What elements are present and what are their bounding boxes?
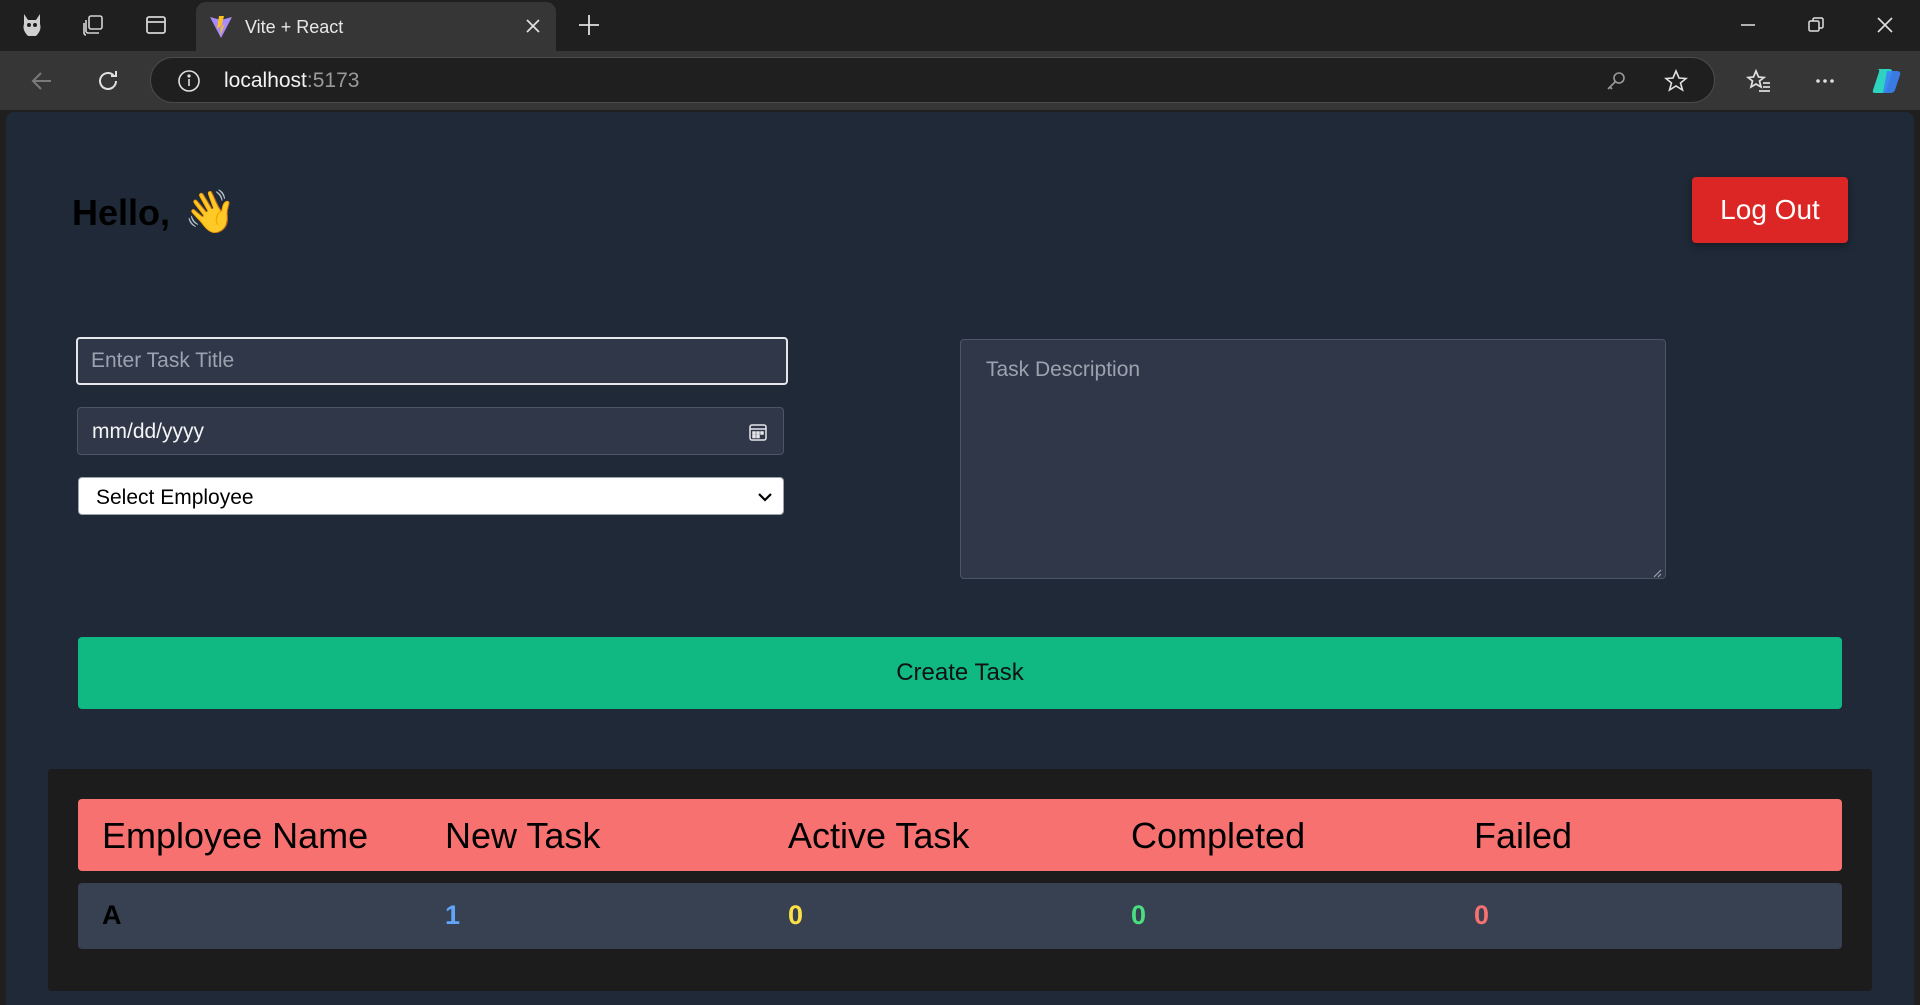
workspaces-icon[interactable]	[78, 10, 108, 40]
calendar-icon[interactable]	[747, 421, 769, 443]
cell-completed: 0	[1131, 900, 1147, 930]
back-icon[interactable]	[26, 65, 58, 97]
task-date-input[interactable]: mm/dd/yyyy	[77, 407, 784, 455]
cell-employee-name: A	[102, 900, 122, 930]
task-title-input[interactable]	[76, 337, 788, 385]
header-active-task: Active Task	[788, 815, 970, 856]
close-window-icon[interactable]	[1867, 8, 1903, 42]
new-tab-icon[interactable]	[574, 10, 604, 40]
site-info-icon[interactable]	[176, 68, 202, 94]
more-options-icon[interactable]	[1808, 64, 1842, 98]
header-employee-name: Employee Name	[102, 815, 369, 856]
close-tab-icon[interactable]	[520, 13, 546, 39]
url-text: localhost:5173	[224, 69, 360, 92]
password-key-icon[interactable]	[1603, 68, 1629, 94]
description-placeholder: Task Description	[986, 358, 1141, 381]
employee-task-table: Employee Name New Task Active Task Compl…	[48, 769, 1872, 991]
greeting-text: Hello,	[72, 191, 171, 233]
minimize-icon[interactable]	[1730, 8, 1766, 42]
header-failed: Failed	[1474, 815, 1573, 856]
cell-active-task: 0	[788, 900, 804, 930]
cell-new-task: 1	[445, 900, 461, 930]
table-header-row: Employee Name New Task Active Task Compl…	[78, 799, 1842, 871]
address-bar[interactable]: localhost:5173	[150, 57, 1715, 103]
employee-select-value: Select Employee	[96, 486, 254, 509]
greeting: Hello, 👋	[72, 188, 236, 237]
app-page: Hello, 👋 Log Out mm/dd/yyyy Select Emplo…	[6, 112, 1914, 1005]
tab-title: Vite + React	[245, 17, 344, 37]
copilot-icon[interactable]	[1868, 62, 1906, 100]
cell-failed: 0	[1474, 900, 1490, 930]
create-task-button[interactable]: Create Task	[78, 637, 1842, 709]
browser-tab[interactable]: Vite + React	[196, 2, 556, 51]
header-completed: Completed	[1131, 815, 1306, 856]
refresh-icon[interactable]	[92, 65, 124, 97]
browser-tab-bar: Vite + React	[0, 0, 1920, 51]
profile-avatar-icon[interactable]	[14, 8, 50, 44]
waving-hand-emoji: 👋	[184, 188, 237, 235]
date-placeholder: mm/dd/yyyy	[92, 420, 205, 443]
header-new-task: New Task	[445, 815, 601, 856]
resize-handle-icon[interactable]	[1652, 565, 1662, 578]
chevron-down-icon	[755, 487, 775, 507]
logout-button[interactable]: Log Out	[1692, 177, 1848, 243]
task-description-textarea[interactable]: Task Description	[960, 339, 1666, 579]
favorites-icon[interactable]	[1742, 64, 1776, 98]
favorite-star-icon[interactable]	[1662, 67, 1690, 95]
table-row: A 1 0 0 0	[78, 883, 1842, 949]
restore-icon[interactable]	[1798, 8, 1834, 42]
browser-toolbar: localhost:5173	[0, 51, 1920, 110]
vite-logo-icon	[208, 14, 234, 45]
tab-actions-icon[interactable]	[141, 10, 171, 40]
employee-select[interactable]: Select Employee	[78, 477, 784, 515]
